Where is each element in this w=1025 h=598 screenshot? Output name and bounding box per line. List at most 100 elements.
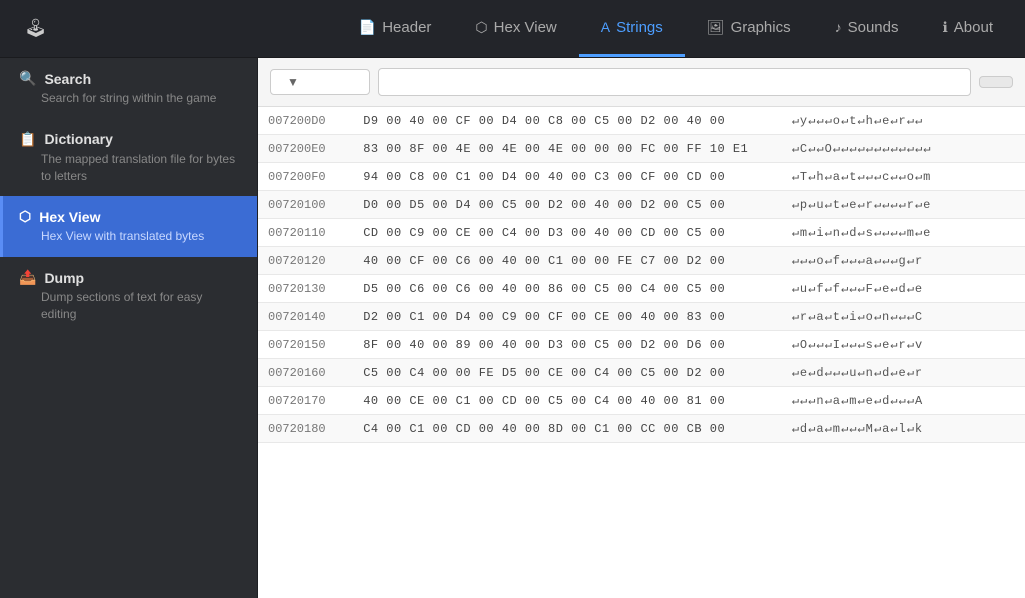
nav-tab-label: Strings bbox=[616, 19, 663, 36]
text-cell: ↵m↵i↵n↵d↵s↵↵↵↵m↵e bbox=[782, 219, 1025, 247]
chevron-down-icon: ▼ bbox=[287, 75, 299, 89]
hex-view-tab-icon: ⬡ bbox=[475, 19, 487, 36]
hex-cell: D2 00 C1 00 D4 00 C9 00 CF 00 CE 00 40 0… bbox=[353, 303, 781, 331]
nav-tab-about[interactable]: ℹ About bbox=[920, 0, 1015, 57]
sidebar-item-header: 📤 Dump bbox=[19, 269, 241, 286]
sidebar-item-dump[interactable]: 📤 Dump Dump sections of text for easy ed… bbox=[0, 257, 257, 335]
text-cell: ↵T↵h↵a↵t↵↵↵c↵↵o↵m bbox=[782, 163, 1025, 191]
hex-cell: 83 00 8F 00 4E 00 4E 00 4E 00 00 00 FC 0… bbox=[353, 135, 781, 163]
text-cell: ↵r↵a↵t↵i↵o↵n↵↵↵C bbox=[782, 303, 1025, 331]
nav-tab-label: Hex View bbox=[494, 19, 557, 36]
sidebar-item-search[interactable]: 🔍 Search Search for string within the ga… bbox=[0, 58, 257, 119]
table-row: 00720180 C4 00 C1 00 CD 00 40 00 8D 00 C… bbox=[258, 415, 1025, 443]
address-cell: 007200E0 bbox=[258, 135, 353, 163]
hex-cell: C4 00 C1 00 CD 00 40 00 8D 00 C1 00 CC 0… bbox=[353, 415, 781, 443]
address-cell: 00720130 bbox=[258, 275, 353, 303]
address-cell: 00720150 bbox=[258, 331, 353, 359]
hex-cell: 40 00 CF 00 C6 00 40 00 C1 00 00 FE C7 0… bbox=[353, 247, 781, 275]
sidebar-item-dictionary[interactable]: 📋 Dictionary The mapped translation file… bbox=[0, 119, 257, 197]
hex-cell: CD 00 C9 00 CE 00 C4 00 D3 00 40 00 CD 0… bbox=[353, 219, 781, 247]
choose-button[interactable]: 🕹 bbox=[10, 18, 69, 39]
table-row: 00720170 40 00 CE 00 C1 00 CD 00 C5 00 C… bbox=[258, 387, 1025, 415]
text-cell: ↵p↵u↵t↵e↵r↵↵↵↵r↵e bbox=[782, 191, 1025, 219]
search-sidebar-icon: 🔍 bbox=[19, 70, 36, 87]
search-type-dropdown[interactable]: ▼ bbox=[270, 69, 370, 95]
address-cell: 00720100 bbox=[258, 191, 353, 219]
sidebar-item-label: Dump bbox=[44, 270, 84, 286]
sidebar-item-header: 🔍 Search bbox=[19, 70, 241, 87]
top-nav: 🕹 📄 Header ⬡ Hex View A Strings 🖼 Graphics ♪ Soun… bbox=[0, 0, 1025, 58]
nav-tab-hex-view[interactable]: ⬡ Hex View bbox=[453, 0, 578, 57]
nav-tab-graphics[interactable]: 🖼 Graphics bbox=[685, 0, 813, 57]
dump-sidebar-icon: 📤 bbox=[19, 269, 36, 286]
hex-table-container[interactable]: 007200D0 D9 00 40 00 CF 00 D4 00 C8 00 C… bbox=[258, 107, 1025, 598]
text-cell: ↵u↵f↵f↵↵↵F↵e↵d↵e bbox=[782, 275, 1025, 303]
search-input[interactable] bbox=[378, 68, 971, 96]
sidebar-item-desc: Search for string within the game bbox=[19, 90, 241, 107]
address-cell: 00720160 bbox=[258, 359, 353, 387]
sidebar-item-hex-view[interactable]: ⬡ Hex View Hex View with translated byte… bbox=[0, 196, 257, 257]
search-button[interactable] bbox=[979, 76, 1013, 88]
address-cell: 00720110 bbox=[258, 219, 353, 247]
nav-tab-label: Header bbox=[382, 19, 431, 36]
text-cell: ↵↵↵n↵a↵m↵e↵d↵↵↵A bbox=[782, 387, 1025, 415]
table-row: 00720130 D5 00 C6 00 C6 00 40 00 86 00 C… bbox=[258, 275, 1025, 303]
hex-cell: 94 00 C8 00 C1 00 D4 00 40 00 C3 00 CF 0… bbox=[353, 163, 781, 191]
hex-cell: D5 00 C6 00 C6 00 40 00 86 00 C5 00 C4 0… bbox=[353, 275, 781, 303]
address-cell: 00720140 bbox=[258, 303, 353, 331]
hex-cell: D9 00 40 00 CF 00 D4 00 C8 00 C5 00 D2 0… bbox=[353, 107, 781, 135]
about-tab-icon: ℹ bbox=[942, 19, 947, 36]
address-cell: 007200F0 bbox=[258, 163, 353, 191]
nav-tab-label: About bbox=[954, 19, 993, 36]
hex-cell: C5 00 C4 00 00 FE D5 00 CE 00 C4 00 C5 0… bbox=[353, 359, 781, 387]
sidebar-item-desc: Dump sections of text for easy editing bbox=[19, 289, 241, 323]
table-row: 00720160 C5 00 C4 00 00 FE D5 00 CE 00 C… bbox=[258, 359, 1025, 387]
table-row: 00720100 D0 00 D5 00 D4 00 C5 00 D2 00 4… bbox=[258, 191, 1025, 219]
sidebar-item-label: Search bbox=[44, 71, 91, 87]
text-cell: ↵d↵a↵m↵↵↵M↵a↵l↵k bbox=[782, 415, 1025, 443]
joystick-icon: 🕹 bbox=[24, 18, 47, 39]
table-row: 007200D0 D9 00 40 00 CF 00 D4 00 C8 00 C… bbox=[258, 107, 1025, 135]
table-row: 00720120 40 00 CF 00 C6 00 40 00 C1 00 0… bbox=[258, 247, 1025, 275]
address-cell: 007200D0 bbox=[258, 107, 353, 135]
table-row: 00720140 D2 00 C1 00 D4 00 C9 00 CF 00 C… bbox=[258, 303, 1025, 331]
text-cell: ↵↵↵o↵f↵↵↵a↵↵↵g↵r bbox=[782, 247, 1025, 275]
sidebar-item-header: 📋 Dictionary bbox=[19, 131, 241, 148]
text-cell: ↵y↵↵↵o↵t↵h↵e↵r↵↵ bbox=[782, 107, 1025, 135]
text-cell: ↵C↵↵O↵↵↵↵↵↵↵↵↵↵↵↵ bbox=[782, 135, 1025, 163]
nav-tab-sounds[interactable]: ♪ Sounds bbox=[813, 0, 921, 57]
nav-tabs: 📄 Header ⬡ Hex View A Strings 🖼 Graphics ♪ Sounds… bbox=[337, 0, 1015, 57]
graphics-tab-icon: 🖼 bbox=[707, 19, 725, 36]
nav-tab-label: Sounds bbox=[848, 19, 899, 36]
hex-table: 007200D0 D9 00 40 00 CF 00 D4 00 C8 00 C… bbox=[258, 107, 1025, 443]
table-row: 007200F0 94 00 C8 00 C1 00 D4 00 40 00 C… bbox=[258, 163, 1025, 191]
address-cell: 00720170 bbox=[258, 387, 353, 415]
search-bar: ▼ bbox=[258, 58, 1025, 107]
sidebar: 🔍 Search Search for string within the ga… bbox=[0, 58, 258, 598]
sidebar-item-desc: Hex View with translated bytes bbox=[19, 228, 241, 245]
sidebar-item-header: ⬡ Hex View bbox=[19, 208, 241, 225]
nav-tab-label: Graphics bbox=[731, 19, 791, 36]
table-row: 007200E0 83 00 8F 00 4E 00 4E 00 4E 00 0… bbox=[258, 135, 1025, 163]
table-row: 00720150 8F 00 40 00 89 00 40 00 D3 00 C… bbox=[258, 331, 1025, 359]
table-row: 00720110 CD 00 C9 00 CE 00 C4 00 D3 00 4… bbox=[258, 219, 1025, 247]
hex-view-sidebar-icon: ⬡ bbox=[19, 208, 31, 225]
sidebar-item-label: Hex View bbox=[39, 209, 100, 225]
text-cell: ↵e↵d↵↵↵u↵n↵d↵e↵r bbox=[782, 359, 1025, 387]
sidebar-item-label: Dictionary bbox=[44, 131, 112, 147]
hex-cell: 8F 00 40 00 89 00 40 00 D3 00 C5 00 D2 0… bbox=[353, 331, 781, 359]
hex-cell: 40 00 CE 00 C1 00 CD 00 C5 00 C4 00 40 0… bbox=[353, 387, 781, 415]
main-layout: 🔍 Search Search for string within the ga… bbox=[0, 58, 1025, 598]
strings-tab-icon: A bbox=[601, 19, 610, 35]
hex-cell: D0 00 D5 00 D4 00 C5 00 D2 00 40 00 D2 0… bbox=[353, 191, 781, 219]
address-cell: 00720180 bbox=[258, 415, 353, 443]
sidebar-item-desc: The mapped translation file for bytes to… bbox=[19, 151, 241, 185]
header-tab-icon: 📄 bbox=[359, 19, 376, 36]
text-cell: ↵O↵↵↵I↵↵↵s↵e↵r↵v bbox=[782, 331, 1025, 359]
dictionary-sidebar-icon: 📋 bbox=[19, 131, 36, 148]
nav-tab-strings[interactable]: A Strings bbox=[579, 0, 685, 57]
address-cell: 00720120 bbox=[258, 247, 353, 275]
nav-tab-header[interactable]: 📄 Header bbox=[337, 0, 454, 57]
content-area: ▼ 007200D0 D9 00 40 00 CF 00 D4 00 C8 00… bbox=[258, 58, 1025, 598]
sounds-tab-icon: ♪ bbox=[835, 19, 842, 35]
